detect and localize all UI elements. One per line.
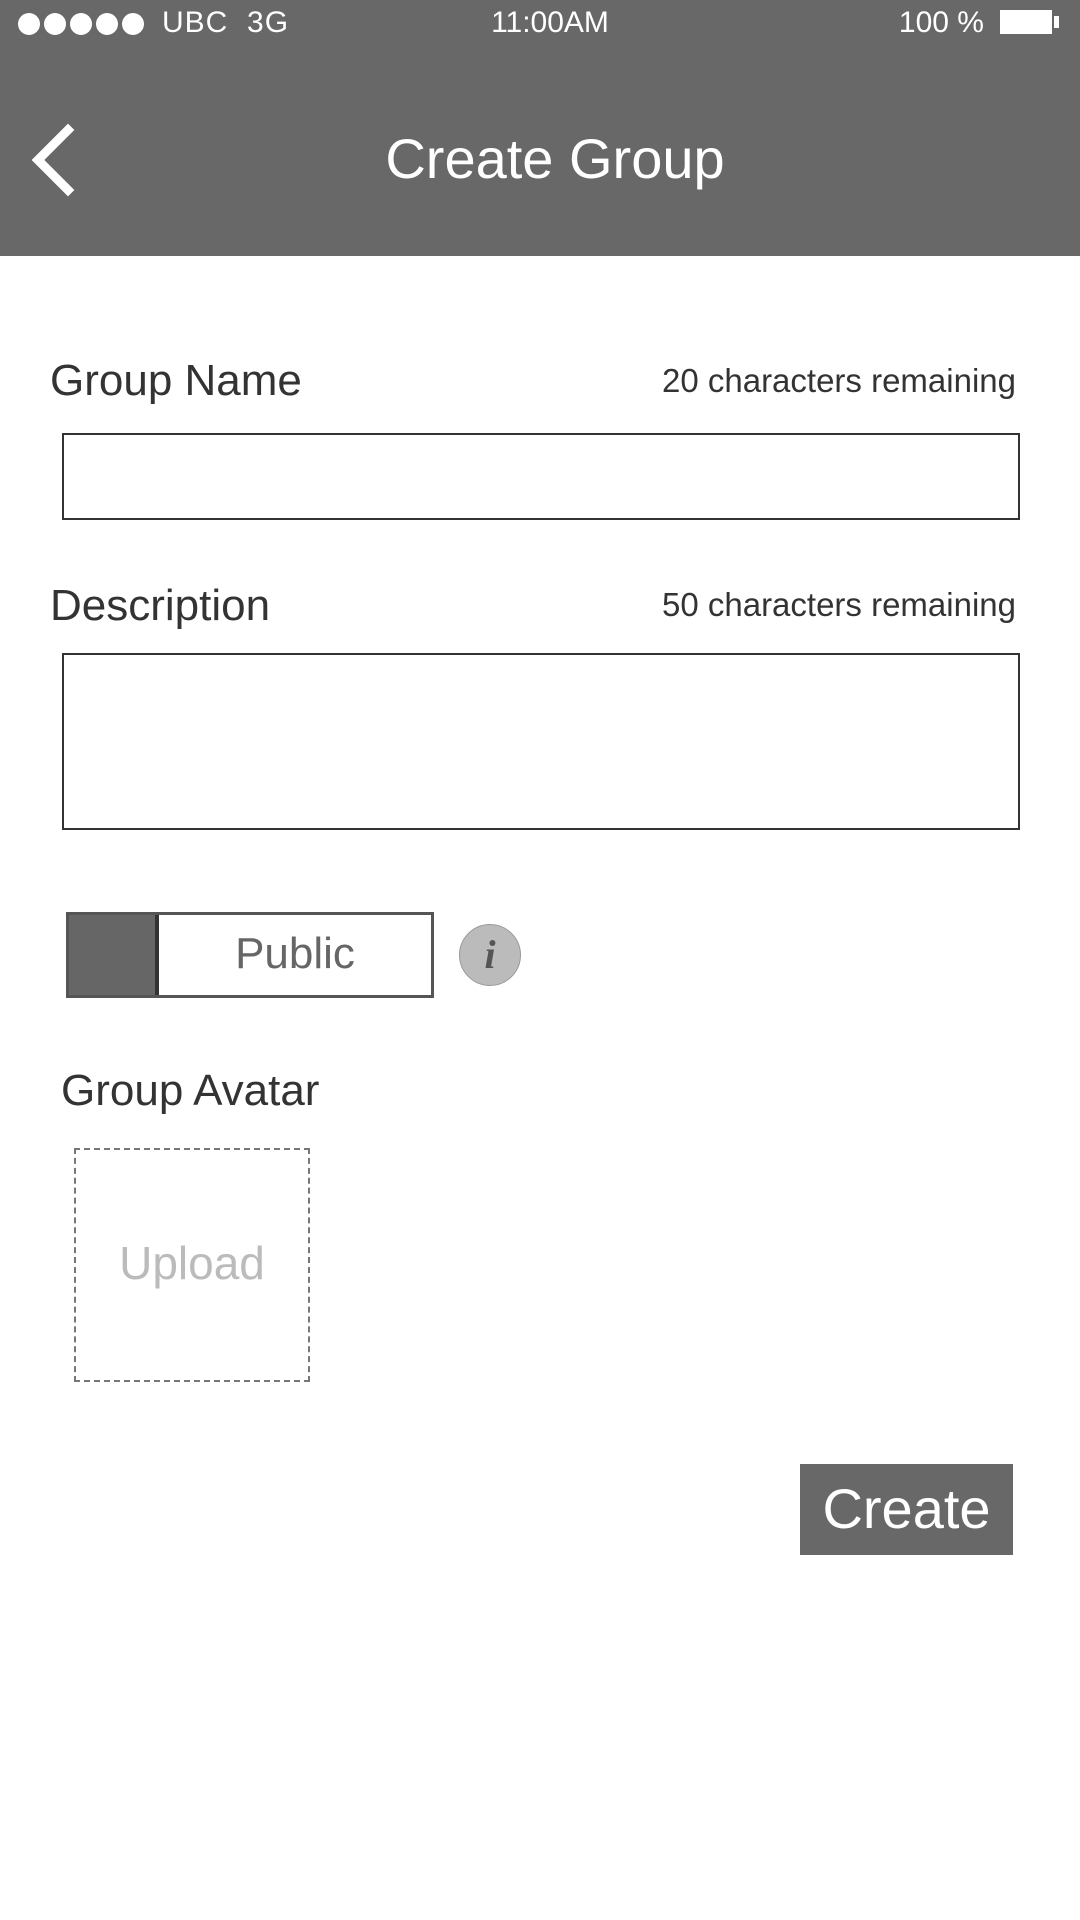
battery-icon <box>1000 10 1052 34</box>
battery-tip <box>1054 16 1059 28</box>
group-name-label: Group Name <box>50 356 302 405</box>
visibility-toggle[interactable]: Public <box>66 912 434 998</box>
battery-percent: 100 % <box>898 6 984 39</box>
status-bar: UBC 3G 11:00AM 100 % <box>0 0 1080 50</box>
create-button[interactable]: Create <box>800 1464 1013 1555</box>
header-bar: UBC 3G 11:00AM 100 % Create Group <box>0 0 1080 256</box>
group-name-counter: 20 characters remaining <box>661 362 1016 399</box>
toggle-knob <box>69 915 159 995</box>
description-input[interactable] <box>62 653 1020 830</box>
group-name-input[interactable] <box>62 433 1020 520</box>
page-title: Create Group <box>385 127 725 190</box>
avatar-upload-button[interactable]: Upload <box>74 1148 310 1382</box>
group-avatar-label: Group Avatar <box>61 1066 320 1115</box>
visibility-toggle-label: Public <box>235 929 355 978</box>
description-label: Description <box>50 581 271 630</box>
info-icon[interactable]: i <box>459 924 521 986</box>
description-counter: 50 characters remaining <box>661 586 1016 623</box>
